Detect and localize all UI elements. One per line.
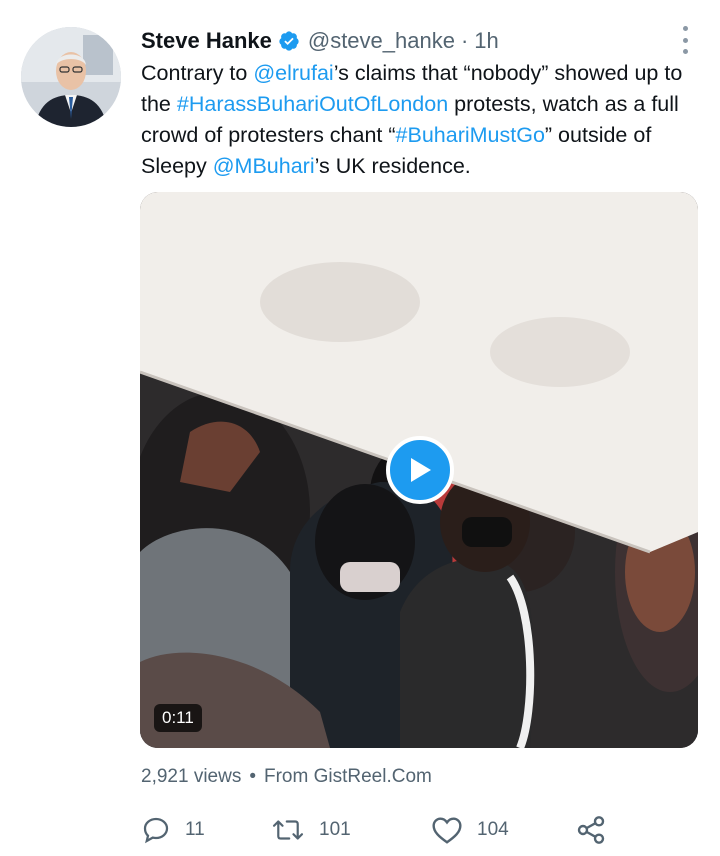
verified-badge-icon (278, 30, 300, 52)
play-icon (411, 458, 431, 482)
action-bar: 11 101 104 (141, 810, 621, 850)
tweet-header: Steve Hanke @steve_hanke · 1h (141, 24, 499, 58)
like-button[interactable]: 104 (431, 810, 509, 850)
tweet[interactable]: Steve Hanke @steve_hanke · 1h Contrary t… (0, 0, 720, 856)
meta-separator: • (249, 766, 256, 787)
text-segment: ’s UK residence. (314, 154, 471, 178)
retweet-button[interactable]: 101 (271, 810, 351, 850)
play-button[interactable] (386, 436, 454, 504)
source-label[interactable]: From GistReel.Com (264, 766, 432, 787)
retweet-icon (272, 820, 304, 840)
view-count: 2,921 views (141, 766, 242, 787)
mention-link[interactable]: @MBuhari (213, 154, 315, 178)
reply-icon (143, 817, 169, 844)
hashtag-link[interactable]: #HarassBuhariOutOfLondon (177, 92, 448, 116)
share-button[interactable] (575, 810, 607, 850)
text-segment: Contrary to (141, 61, 254, 85)
video-player[interactable]: 0:11 (140, 192, 698, 748)
reply-button[interactable]: 11 (141, 810, 205, 850)
header-separator: · (460, 28, 469, 53)
hashtag-link[interactable]: #BuhariMustGo (396, 123, 545, 147)
like-icon (432, 817, 462, 844)
avatar[interactable] (21, 27, 121, 127)
author-handle[interactable]: @steve_hanke (308, 28, 455, 54)
more-options-icon[interactable] (680, 26, 690, 54)
tweet-text: Contrary to @elrufai’s claims that “nobo… (141, 58, 701, 182)
retweet-count: 101 (319, 819, 351, 840)
mention-link[interactable]: @elrufai (253, 61, 333, 85)
like-count: 104 (477, 819, 509, 840)
tweet-meta: 2,921 views • From GistReel.Com (141, 766, 432, 788)
reply-count: 11 (185, 819, 205, 840)
video-duration: 0:11 (154, 704, 202, 732)
author-name[interactable]: Steve Hanke (141, 28, 272, 54)
timestamp[interactable]: 1h (474, 28, 498, 54)
share-icon (577, 816, 605, 844)
